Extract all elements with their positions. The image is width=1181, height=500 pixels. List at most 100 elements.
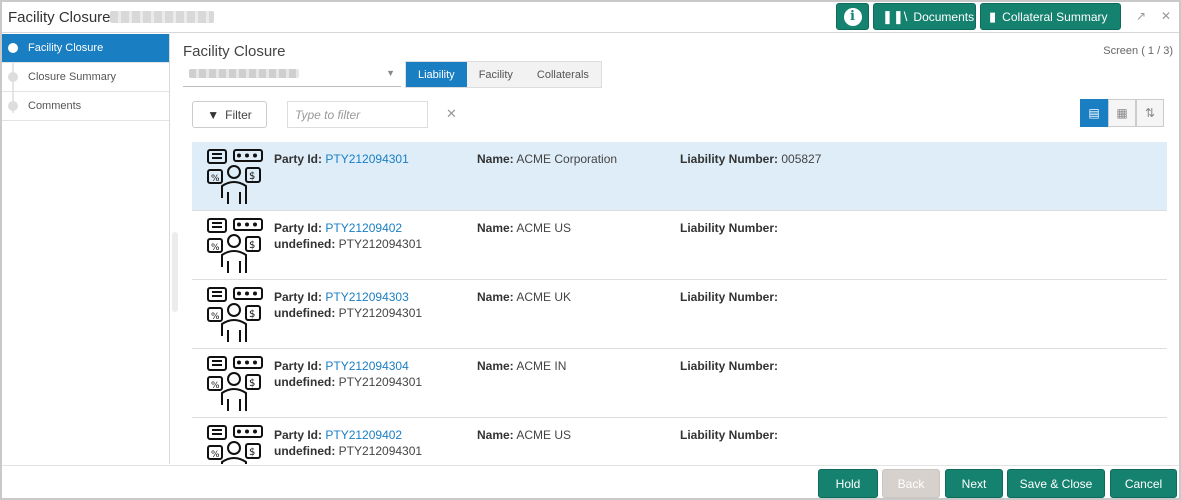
avatar: % $: [206, 424, 266, 464]
window-title: Facility Closure: [8, 9, 111, 26]
info-button[interactable]: i: [836, 3, 869, 30]
liability-number-field: Liability Number:: [680, 428, 779, 442]
svg-text:$: $: [249, 378, 255, 389]
undefined-value: PTY212094301: [338, 306, 423, 320]
name-value: ACME Corporation: [516, 152, 618, 166]
window-header: Facility Closure i ❚❚\ Documents ▮ Colla…: [2, 2, 1179, 33]
avatar: % $: [206, 286, 266, 344]
svg-text:$: $: [249, 171, 255, 182]
page-title: Facility Closure: [183, 43, 286, 60]
undefined-field: undefined: PTY212094301: [274, 375, 423, 389]
collateral-summary-button[interactable]: ▮ Collateral Summary: [980, 3, 1121, 30]
name-field: Name: ACME IN: [477, 359, 567, 373]
sidebar-item-facility-closure[interactable]: Facility Closure: [2, 34, 169, 63]
party-select[interactable]: ▼: [183, 61, 401, 87]
sidebar: Facility Closure Closure Summary Comment…: [2, 34, 170, 464]
liability-number-field: Liability Number:: [680, 359, 779, 373]
name-field: Name: ACME US: [477, 221, 572, 235]
svg-text:%: %: [211, 381, 220, 391]
close-icon[interactable]: ✕: [1161, 9, 1171, 23]
liability-number-field: Liability Number: 005827: [680, 152, 822, 166]
undefined-value: PTY212094301: [338, 237, 423, 251]
sidebar-item-label: Comments: [28, 100, 82, 112]
undefined-value: PTY212094301: [338, 444, 423, 458]
clear-filter-icon[interactable]: ✕: [446, 106, 457, 122]
party-id-link[interactable]: PTY212094303: [325, 290, 408, 304]
caret-down-icon: ▼: [386, 68, 395, 78]
name-field: Name: ACME US: [477, 428, 572, 442]
avatar: % $: [206, 148, 266, 206]
svg-text:%: %: [211, 312, 220, 322]
list-item[interactable]: % $ Party Id: PTY212094303 undefined: PT…: [192, 280, 1167, 349]
funnel-icon: ▼: [207, 107, 220, 122]
liability-list: % $ Party Id: PTY212094301 Name: ACME Co…: [192, 142, 1167, 464]
name-value: ACME US: [516, 428, 572, 442]
svg-text:$: $: [249, 240, 255, 251]
sidebar-item-label: Facility Closure: [28, 42, 104, 54]
tab-bar: Liability Facility Collaterals: [405, 61, 602, 88]
filter-label: Filter: [225, 107, 252, 122]
tree-view-icon[interactable]: ⇅: [1136, 99, 1164, 127]
liability-number-field: Liability Number:: [680, 290, 779, 304]
maximize-icon[interactable]: ↗: [1136, 9, 1146, 23]
back-button[interactable]: Back: [882, 469, 940, 498]
svg-text:%: %: [211, 450, 220, 460]
party-id-field: Party Id: PTY21209402: [274, 428, 403, 442]
hold-button[interactable]: Hold: [818, 469, 878, 498]
party-id-link[interactable]: PTY21209402: [325, 428, 402, 442]
info-icon: i: [843, 7, 862, 26]
footer-bar: Hold Back Next Save & Close Cancel: [2, 465, 1179, 498]
party-id-link[interactable]: PTY21209402: [325, 221, 402, 235]
undefined-field: undefined: PTY212094301: [274, 306, 423, 320]
sidebar-resize-handle[interactable]: [172, 232, 178, 312]
sidebar-item-comments[interactable]: Comments: [2, 92, 169, 121]
undefined-value: PTY212094301: [338, 375, 423, 389]
name-value: ACME IN: [516, 359, 567, 373]
cancel-button[interactable]: Cancel: [1110, 469, 1177, 498]
tab-collaterals[interactable]: Collaterals: [525, 62, 601, 87]
svg-text:$: $: [249, 309, 255, 320]
avatar: % $: [206, 355, 266, 413]
documents-label: Documents: [913, 9, 975, 24]
filter-button[interactable]: ▼ Filter: [192, 101, 267, 128]
name-value: ACME UK: [516, 290, 572, 304]
svg-text:%: %: [211, 243, 220, 253]
tab-liability[interactable]: Liability: [406, 62, 467, 87]
name-field: Name: ACME Corporation: [477, 152, 618, 166]
redacted-application-name: [110, 11, 214, 23]
customer-profile-icon: % $: [207, 218, 263, 273]
customer-profile-icon: % $: [207, 149, 263, 204]
party-id-link[interactable]: PTY212094301: [325, 152, 408, 166]
documents-button[interactable]: ❚❚\ Documents: [873, 3, 976, 30]
view-toggle: ▤ ▦ ⇅: [1080, 99, 1164, 127]
undefined-field: undefined: PTY212094301: [274, 444, 423, 458]
party-id-field: Party Id: PTY212094301: [274, 152, 409, 166]
list-item[interactable]: % $ Party Id: PTY212094301 Name: ACME Co…: [192, 142, 1167, 211]
filter-input[interactable]: [287, 101, 428, 128]
list-item[interactable]: % $ Party Id: PTY212094304 undefined: PT…: [192, 349, 1167, 418]
tab-facility[interactable]: Facility: [467, 62, 525, 87]
customer-profile-icon: % $: [207, 287, 263, 342]
redacted-selected-value: [189, 69, 299, 78]
avatar: % $: [206, 217, 266, 275]
name-value: ACME US: [516, 221, 572, 235]
party-id-link[interactable]: PTY212094304: [325, 359, 408, 373]
liability-number-field: Liability Number:: [680, 221, 779, 235]
save-close-button[interactable]: Save & Close: [1007, 469, 1105, 498]
svg-text:%: %: [211, 174, 220, 184]
document-icon: ▮: [989, 8, 997, 24]
screen-indicator: Screen ( 1 / 3): [1103, 45, 1173, 57]
name-field: Name: ACME UK: [477, 290, 572, 304]
list-item[interactable]: % $ Party Id: PTY21209402 undefined: PTY…: [192, 418, 1167, 464]
party-id-field: Party Id: PTY21209402: [274, 221, 403, 235]
customer-profile-icon: % $: [207, 425, 263, 464]
list-item[interactable]: % $ Party Id: PTY21209402 undefined: PTY…: [192, 211, 1167, 280]
liability-number-value: 005827: [781, 152, 822, 166]
party-id-field: Party Id: PTY212094303: [274, 290, 409, 304]
grid-view-icon[interactable]: ▦: [1108, 99, 1136, 127]
next-button[interactable]: Next: [945, 469, 1003, 498]
list-view-icon[interactable]: ▤: [1080, 99, 1108, 127]
step-dot-icon: [8, 101, 18, 111]
library-icon: ❚❚\: [882, 8, 908, 24]
sidebar-item-closure-summary[interactable]: Closure Summary: [2, 63, 169, 92]
